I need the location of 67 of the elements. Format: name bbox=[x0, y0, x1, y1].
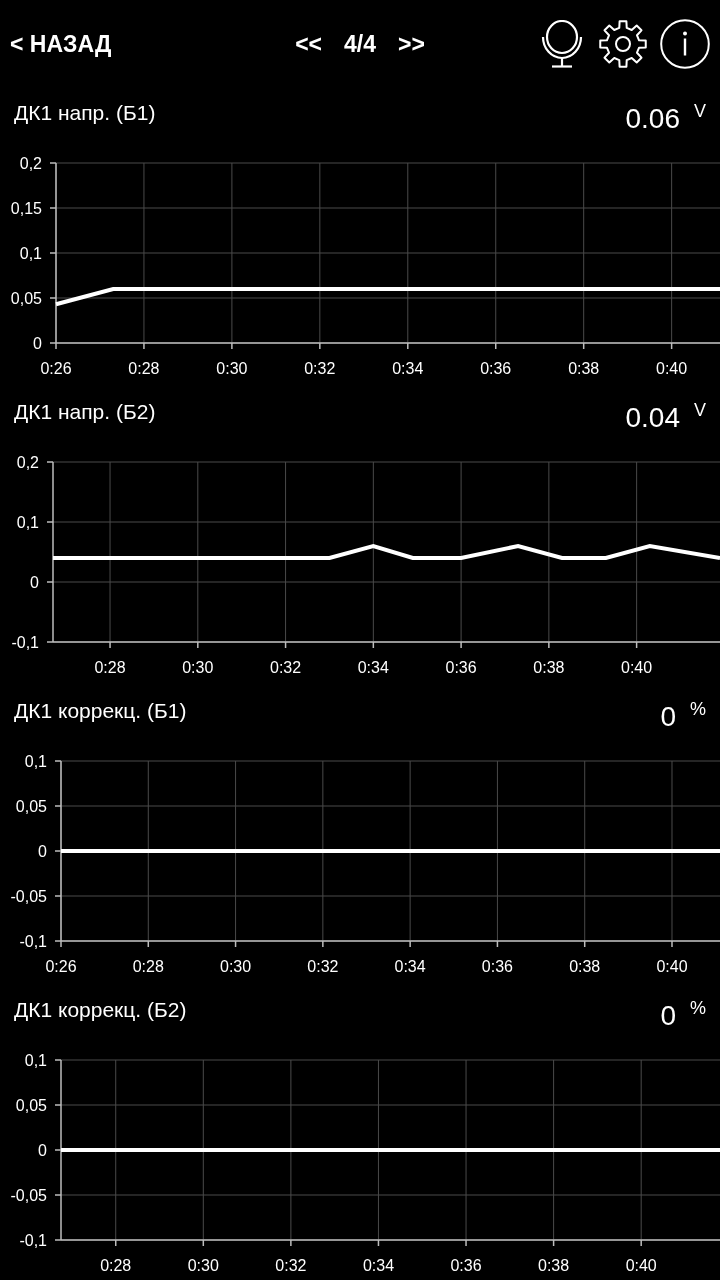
y-tick-label: -0,1 bbox=[19, 932, 47, 950]
unit-label: V bbox=[694, 100, 706, 122]
chart-title: ДК1 напр. (Б1) bbox=[14, 100, 156, 126]
x-tick-label: 0:38 bbox=[568, 360, 600, 377]
previous-page-button[interactable]: << bbox=[295, 30, 322, 58]
unit-label: % bbox=[690, 997, 706, 1019]
x-tick-label: 0:28 bbox=[94, 659, 126, 676]
back-button[interactable]: < НАЗАД bbox=[10, 30, 112, 58]
y-tick-label: 0 bbox=[38, 842, 47, 860]
info-icon[interactable] bbox=[660, 19, 710, 69]
x-tick-label: 0:38 bbox=[538, 1257, 570, 1274]
x-tick-label: 0:28 bbox=[128, 360, 160, 377]
y-tick-label: 0,1 bbox=[16, 513, 39, 531]
x-tick-label: 0:40 bbox=[656, 958, 688, 975]
x-tick-label: 0:40 bbox=[621, 659, 653, 676]
settings-icon[interactable] bbox=[598, 19, 648, 69]
y-tick-label: -0,1 bbox=[19, 1231, 47, 1249]
y-tick-label: 0,05 bbox=[15, 797, 47, 815]
x-tick-label: 0:32 bbox=[304, 360, 336, 377]
x-tick-label: 0:38 bbox=[569, 958, 601, 975]
x-tick-label: 0:28 bbox=[100, 1257, 132, 1274]
y-tick-label: 0,1 bbox=[19, 244, 42, 262]
x-tick-label: 0:30 bbox=[220, 958, 252, 975]
y-tick-label: -0,05 bbox=[10, 887, 47, 905]
y-tick-label: 0 bbox=[38, 1141, 47, 1159]
chart-title: ДК1 коррекц. (Б2) bbox=[14, 997, 187, 1023]
x-tick-label: 0:36 bbox=[445, 659, 477, 676]
y-tick-label: 0,2 bbox=[16, 453, 39, 471]
y-tick-label: 0,05 bbox=[15, 1096, 47, 1114]
y-tick-label: 0,1 bbox=[24, 752, 47, 770]
x-tick-label: 0:38 bbox=[533, 659, 565, 676]
y-tick-label: 0 bbox=[30, 573, 39, 591]
y-tick-label: 0,05 bbox=[10, 289, 42, 307]
x-tick-label: 0:36 bbox=[481, 958, 513, 975]
y-tick-label: -0,05 bbox=[10, 1186, 47, 1204]
x-tick-label: 0:30 bbox=[216, 360, 248, 377]
y-tick-label: 0,2 bbox=[19, 154, 42, 172]
current-value: 0 bbox=[660, 700, 676, 734]
x-tick-label: 0:32 bbox=[275, 1257, 307, 1274]
next-page-button[interactable]: >> bbox=[398, 30, 425, 58]
y-tick-label: 0 bbox=[33, 334, 42, 352]
current-value: 0 bbox=[660, 999, 676, 1033]
current-value: 0.04 bbox=[625, 401, 680, 435]
x-tick-label: 0:30 bbox=[187, 1257, 219, 1274]
x-tick-label: 0:34 bbox=[394, 958, 426, 975]
x-tick-label: 0:30 bbox=[182, 659, 214, 676]
x-tick-label: 0:32 bbox=[307, 958, 339, 975]
x-tick-label: 0:40 bbox=[656, 360, 688, 377]
x-tick-label: 0:32 bbox=[270, 659, 302, 676]
y-tick-label: 0,15 bbox=[10, 199, 42, 217]
x-tick-label: 0:26 bbox=[40, 360, 72, 377]
chart-title: ДК1 напр. (Б2) bbox=[14, 399, 156, 425]
current-value: 0.06 bbox=[625, 102, 680, 136]
x-tick-label: 0:36 bbox=[450, 1257, 482, 1274]
x-tick-label: 0:26 bbox=[45, 958, 77, 975]
x-tick-label: 0:34 bbox=[357, 659, 389, 676]
x-tick-label: 0:40 bbox=[625, 1257, 657, 1274]
x-tick-label: 0:34 bbox=[362, 1257, 395, 1274]
y-tick-label: 0,1 bbox=[24, 1051, 47, 1069]
y-tick-label: -0,1 bbox=[11, 633, 39, 651]
chart-title: ДК1 коррекц. (Б1) bbox=[14, 698, 187, 724]
page-indicator: 4/4 bbox=[344, 30, 376, 58]
x-tick-label: 0:28 bbox=[132, 958, 164, 975]
x-tick-label: 0:36 bbox=[480, 360, 512, 377]
unit-label: % bbox=[690, 698, 706, 720]
x-tick-label: 0:34 bbox=[392, 360, 424, 377]
unit-label: V bbox=[694, 399, 706, 421]
